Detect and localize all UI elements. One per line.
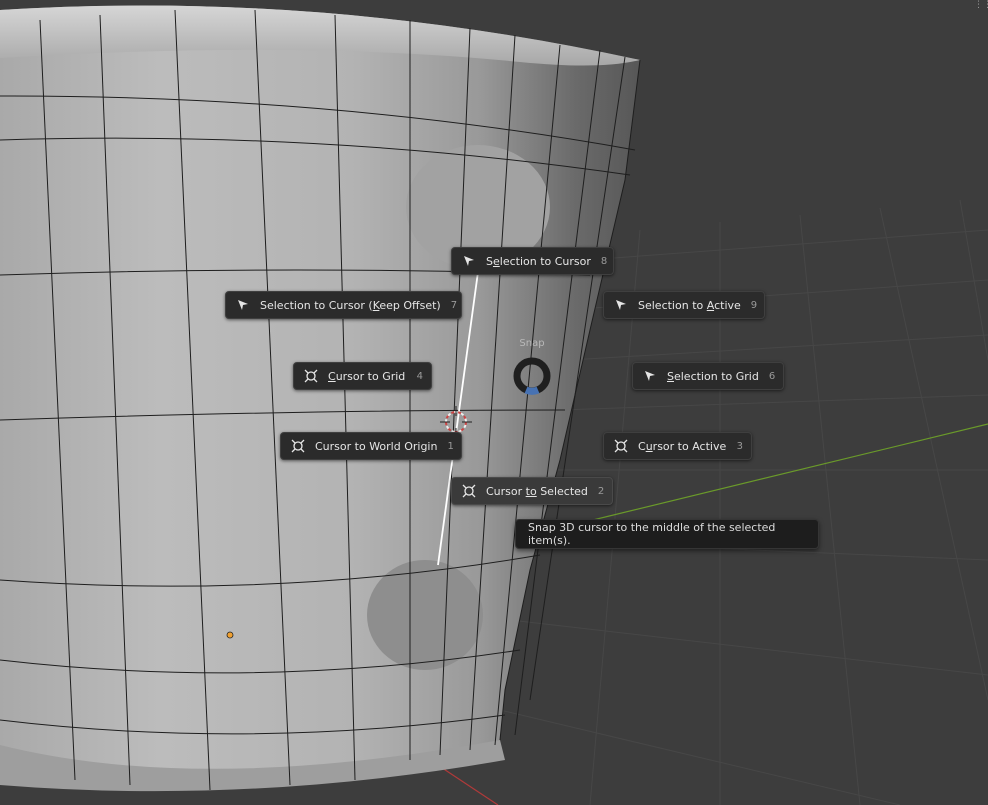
pie-item-cursor-to-world-origin[interactable]: Cursor to World Origin 1	[280, 432, 462, 460]
shortcut-key: 4	[416, 370, 423, 382]
shortcut-key: 3	[736, 440, 743, 452]
cursor-3d-icon	[290, 438, 306, 454]
pie-item-selection-to-grid[interactable]: Selection to Grid 6	[632, 362, 784, 390]
pie-menu-title: Snap	[519, 338, 545, 349]
pie-item-cursor-to-selected[interactable]: Cursor to Selected 2	[451, 477, 613, 505]
shortcut-key: 7	[450, 299, 458, 311]
cursor-arrow-icon	[461, 253, 477, 269]
3d-viewport[interactable]	[0, 0, 988, 805]
pie-item-selection-to-cursor[interactable]: Selection to Cursor 8	[451, 247, 614, 275]
shortcut-key: 1	[447, 440, 454, 452]
pie-item-cursor-to-active[interactable]: Cursor to Active 3	[603, 432, 752, 460]
cursor-3d-icon	[303, 368, 319, 384]
cursor-arrow-icon	[613, 297, 629, 313]
pie-item-cursor-to-grid[interactable]: Cursor to Grid 4	[293, 362, 432, 390]
shortcut-key: 9	[750, 299, 758, 311]
cursor-arrow-icon	[235, 297, 251, 313]
pie-item-selection-to-active[interactable]: Selection to Active 9	[603, 291, 765, 319]
shortcut-key: 2	[597, 485, 605, 497]
cylinder-mesh	[0, 5, 641, 792]
cursor-arrow-icon	[642, 368, 658, 384]
corner-gizmo-icon[interactable]: ⋮⋮	[974, 0, 988, 12]
tooltip: Snap 3D cursor to the middle of the sele…	[515, 519, 819, 549]
object-origin-point	[226, 631, 234, 639]
pie-item-selection-to-cursor-keep-offset[interactable]: Selection to Cursor (Keep Offset) 7	[225, 291, 462, 319]
shortcut-key: 8	[600, 255, 608, 267]
pie-direction-indicator	[513, 357, 551, 395]
cursor-3d-icon	[613, 438, 629, 454]
cursor-3d-icon	[461, 483, 477, 499]
shortcut-key: 6	[768, 370, 776, 382]
